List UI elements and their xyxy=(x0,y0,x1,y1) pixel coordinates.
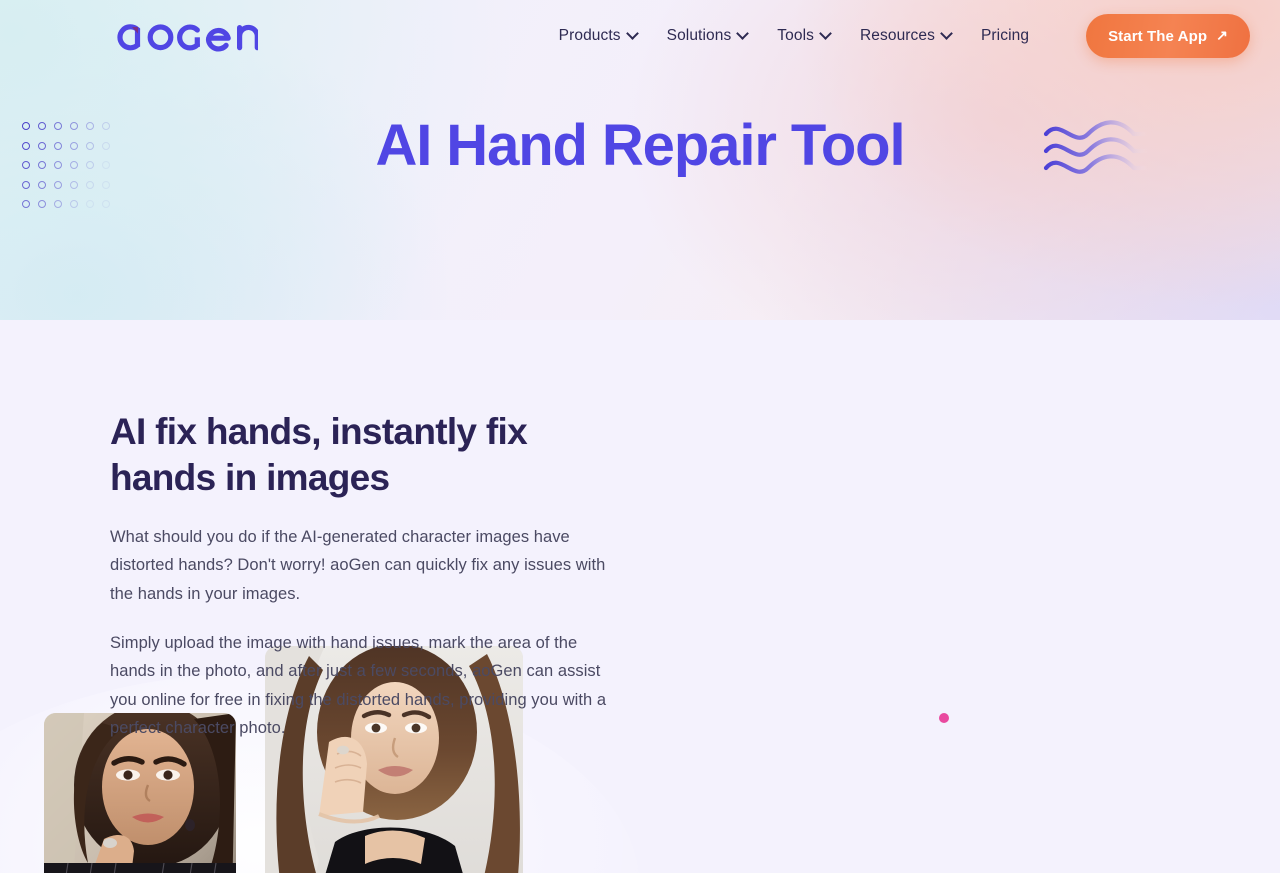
nav-item-solutions[interactable]: Solutions xyxy=(666,26,750,45)
chevron-down-icon xyxy=(736,26,750,40)
grid-dot xyxy=(38,200,46,208)
start-the-app-label: Start The App xyxy=(1108,27,1208,45)
grid-dot xyxy=(22,180,30,189)
grid-dot xyxy=(54,200,62,208)
grid-dot xyxy=(86,200,94,208)
nav-item-label: Tools xyxy=(777,27,814,44)
section-heading: AI fix hands, instantly fix hands in ima… xyxy=(110,411,528,498)
grid-dot xyxy=(86,180,94,189)
top-navigation-bar: Products Solutions Tools Resources Prici… xyxy=(0,0,1280,72)
grid-dot xyxy=(70,180,78,189)
grid-dot xyxy=(102,180,110,189)
arrow-up-right-icon: ↗ xyxy=(1216,27,1228,43)
grid-dot xyxy=(70,200,78,208)
nav-item-tools[interactable]: Tools xyxy=(777,26,832,45)
content-columns: AI fix hands, instantly fix hands in ima… xyxy=(0,320,1280,742)
aogen-wordmark-logo[interactable] xyxy=(110,16,260,56)
main-content-section: AI fix hands, instantly fix hands in ima… xyxy=(0,320,1280,873)
chevron-down-icon xyxy=(625,26,639,40)
grid-dot xyxy=(102,200,110,208)
nav-item-resources[interactable]: Resources xyxy=(859,26,953,45)
nav-links: Products Solutions Tools Resources Prici… xyxy=(559,14,1250,58)
grid-dot xyxy=(22,200,30,208)
aogen-logo-icon xyxy=(117,24,260,52)
image-column xyxy=(670,409,1280,742)
nav-item-products[interactable]: Products xyxy=(558,26,639,45)
nav-item-label: Resources xyxy=(859,27,935,44)
pink-accent-dot xyxy=(939,713,949,723)
grid-dot xyxy=(54,180,62,189)
grid-dot xyxy=(38,180,46,189)
nav-item-label: Pricing xyxy=(980,27,1030,44)
nav-item-label: Products xyxy=(558,27,621,44)
hero-section: Products Solutions Tools Resources Prici… xyxy=(0,0,1280,320)
chevron-down-icon xyxy=(940,26,953,40)
wavy-lines-decoration xyxy=(1042,118,1152,180)
wavy-lines-icon xyxy=(1043,120,1151,174)
body-paragraph-2: Simply upload the image with hand issues… xyxy=(110,633,607,737)
nav-item-pricing[interactable]: Pricing xyxy=(981,27,1029,45)
start-the-app-button[interactable]: Start The App ↗ xyxy=(1086,14,1250,58)
nav-item-label: Solutions xyxy=(666,27,732,44)
chevron-down-icon xyxy=(819,26,832,40)
text-column: AI fix hands, instantly fix hands in ima… xyxy=(110,409,670,742)
body-paragraph-1: What should you do if the AI-generated c… xyxy=(110,527,606,603)
